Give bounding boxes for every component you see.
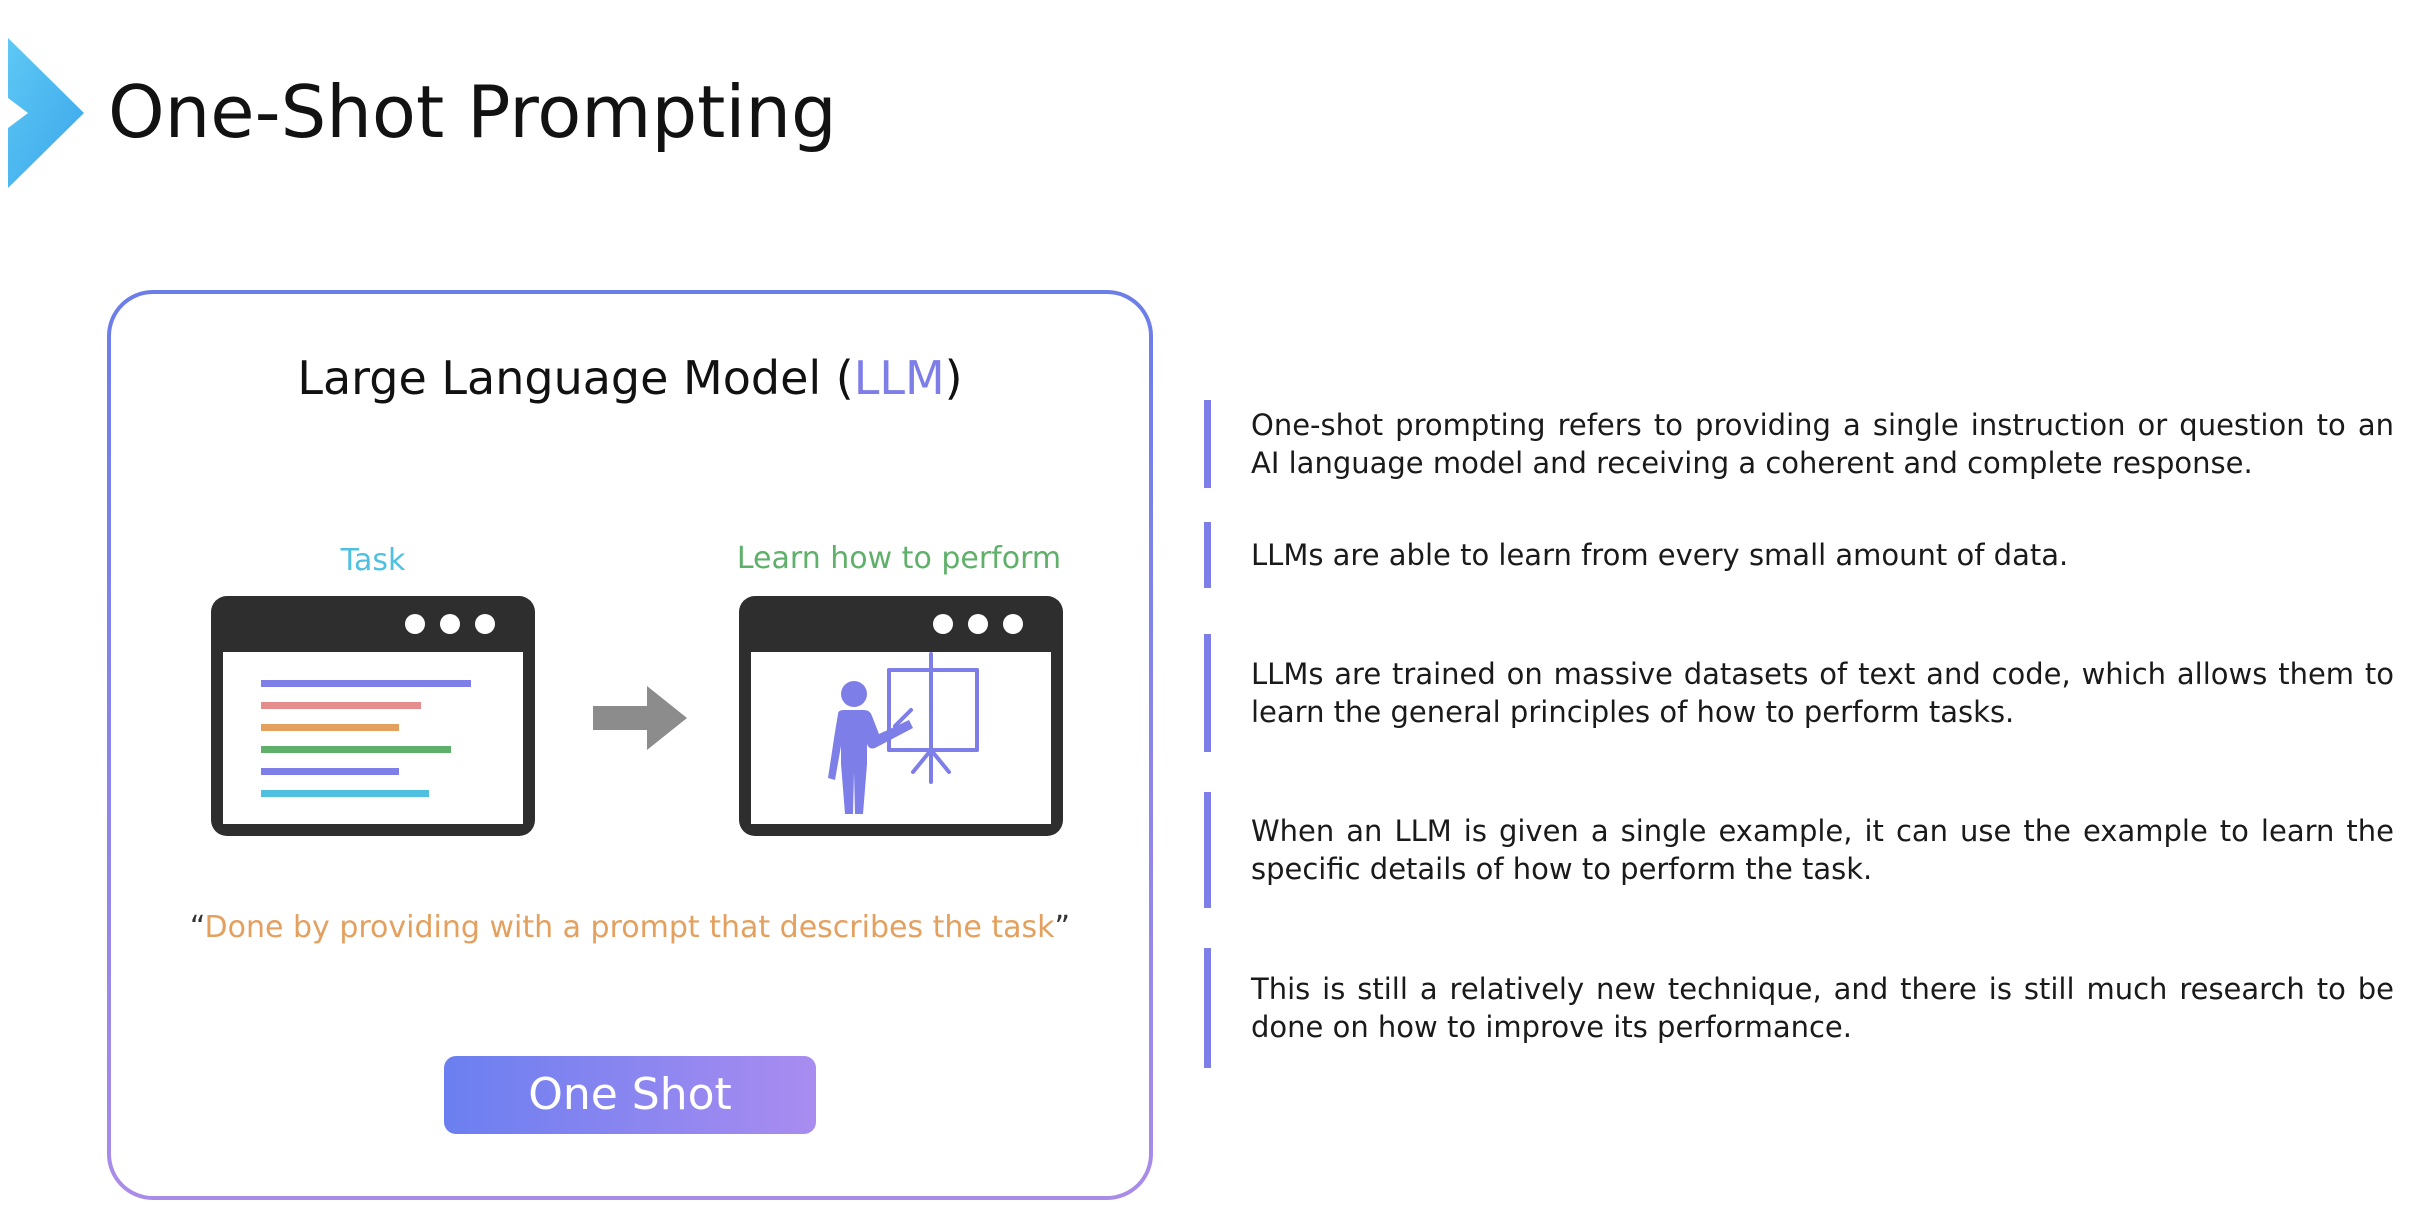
presentation-window-icon	[739, 596, 1063, 836]
text-window-icon	[211, 596, 535, 836]
point-item-1: One-shot prompting refers to providing a…	[1204, 400, 2394, 488]
card-title: Large Language Model (LLM)	[111, 348, 1149, 408]
chevron-right-icon	[8, 38, 84, 188]
caption-text: Done by providing with a prompt that des…	[204, 910, 1055, 945]
point-item-2: LLMs are able to learn from every small …	[1204, 522, 2394, 588]
slide: One-Shot Prompting Large Language Model …	[0, 0, 2418, 1232]
caption-open-quote: “	[189, 910, 205, 945]
one-shot-button[interactable]: One Shot	[444, 1056, 816, 1134]
card-title-abbr: LLM	[853, 351, 945, 405]
point-text: This is still a relatively new technique…	[1251, 972, 2394, 1044]
arrow-right-icon	[593, 686, 687, 750]
point-text: LLMs are trained on massive datasets of …	[1251, 657, 2394, 729]
point-text: LLMs are able to learn from every small …	[1251, 538, 2069, 572]
llm-card: Large Language Model (LLM) Task Learn ho…	[107, 290, 1153, 1200]
card-title-prefix: Large Language Model (	[297, 351, 854, 405]
page-title: One-Shot Prompting	[108, 70, 837, 154]
learn-label: Learn how to perform	[737, 541, 1061, 576]
point-item-3: LLMs are trained on massive datasets of …	[1204, 634, 2394, 752]
card-illustration: Task Learn how to perform	[211, 541, 1063, 836]
point-text: One-shot prompting refers to providing a…	[1251, 408, 2394, 480]
card-caption: “Done by providing with a prompt that de…	[111, 908, 1149, 948]
caption-close-quote: ”	[1054, 910, 1071, 945]
card-title-suffix: )	[944, 351, 963, 405]
points-list: One-shot prompting refers to providing a…	[1204, 0, 2394, 1232]
point-text: When an LLM is given a single example, i…	[1251, 814, 2394, 886]
task-label: Task	[340, 543, 406, 578]
point-item-4: When an LLM is given a single example, i…	[1204, 792, 2394, 908]
point-item-5: This is still a relatively new technique…	[1204, 948, 2394, 1068]
